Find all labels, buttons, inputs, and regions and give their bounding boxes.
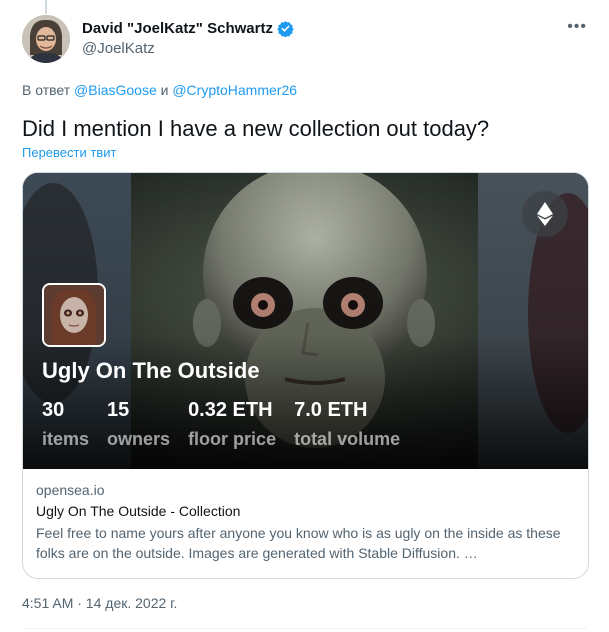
author-avatar[interactable] — [22, 15, 70, 63]
tweet-timestamp[interactable]: 4:51 AM · 14 дек. 2022 г. — [22, 595, 177, 611]
translate-tweet-link[interactable]: Перевести твит — [22, 145, 116, 160]
reply-conjunction: и — [160, 82, 169, 98]
card-domain: opensea.io — [36, 482, 105, 498]
stat-total-volume: 7.0 ETH total volume — [294, 398, 400, 452]
mention-link-cryptohammer26[interactable]: @CryptoHammer26 — [172, 82, 297, 98]
ethereum-icon — [522, 191, 568, 237]
stat-owners: 15 owners — [107, 398, 170, 452]
collection-thumbnail — [42, 283, 106, 347]
card-description: Feel free to name yours after anyone you… — [36, 525, 561, 561]
mention-link-biasgoose[interactable]: @BiasGoose — [74, 82, 157, 98]
author-handle[interactable]: @JoelKatz — [82, 40, 155, 57]
reply-prefix: В ответ — [22, 82, 71, 98]
verified-badge-icon — [277, 20, 294, 38]
reply-context: В ответ @BiasGoose и @CryptoHammer26 — [22, 82, 297, 98]
stat-total-volume-label: total volume — [294, 429, 401, 449]
collection-stats: 30 items 15 owners 0.32 ETH floor price … — [42, 398, 418, 452]
card-image[interactable]: Ugly On The Outside 30 items 15 owners 0… — [23, 173, 588, 469]
stat-floor-price: 0.32 ETH floor price — [188, 398, 276, 452]
more-icon[interactable]: ••• — [567, 18, 587, 36]
stat-items: 30 items — [42, 398, 89, 452]
stat-owners-label: owners — [107, 429, 171, 449]
tweet-text: Did I mention I have a new collection ou… — [22, 116, 490, 141]
author-name-row[interactable]: David "JoelKatz" Schwartz — [82, 20, 294, 38]
card-body[interactable]: opensea.io Ugly On The Outside - Collect… — [23, 469, 588, 575]
collection-name: Ugly On The Outside — [42, 358, 260, 383]
stat-items-label: items — [42, 429, 90, 449]
card-title: Ugly On The Outside - Collection — [36, 503, 241, 519]
divider — [22, 628, 587, 629]
author-display-name[interactable]: David "JoelKatz" Schwartz — [82, 20, 273, 37]
stat-total-volume-value: 7.0 ETH — [294, 399, 368, 421]
stat-owners-value: 15 — [107, 399, 130, 421]
stat-floor-price-label: floor price — [188, 429, 277, 449]
stat-floor-price-value: 0.32 ETH — [188, 399, 273, 421]
thread-connector-line — [45, 0, 47, 14]
stat-items-value: 30 — [42, 399, 65, 421]
link-preview-card[interactable]: Ugly On The Outside 30 items 15 owners 0… — [22, 172, 589, 579]
